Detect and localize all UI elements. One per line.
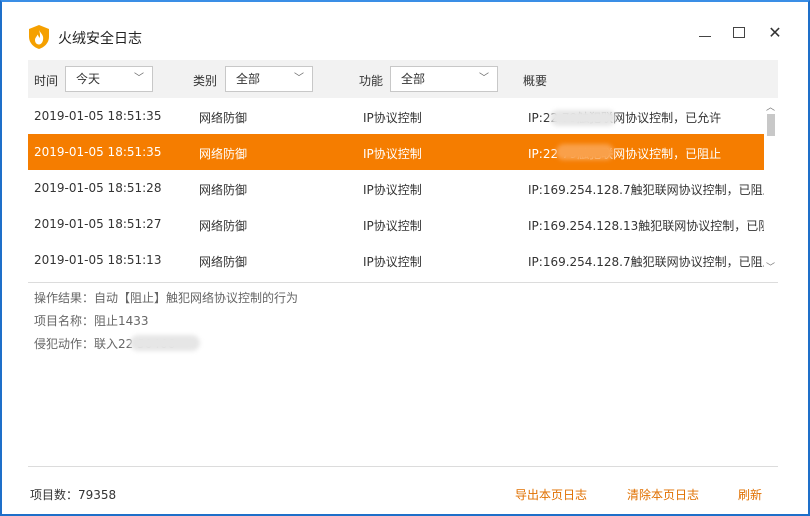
table-row[interactable]: 2019-01-05 18:51:13 网络防御 IP协议控制 IP:169.2…	[28, 242, 766, 278]
detail-panel: 操作结果：自动【阻止】触犯网络协议控制的行为 项目名称：阻止1433 侵犯动作：…	[34, 289, 754, 358]
divider	[28, 466, 778, 467]
close-icon: ✕	[768, 23, 782, 42]
detail-project: 项目名称：阻止1433	[34, 314, 149, 328]
table-row-selected[interactable]: 2019-01-05 18:51:35 网络防御 IP协议控制 IP:22 79…	[28, 134, 766, 170]
refresh-link[interactable]: 刷新	[738, 486, 762, 503]
minimize-button[interactable]	[692, 20, 718, 46]
maximize-icon	[733, 27, 745, 38]
maximize-button[interactable]	[726, 20, 752, 46]
row-summary: IP:169.254.128.7触犯联网协议控制，已阻止	[528, 183, 766, 197]
clear-log-link[interactable]: 清除本页日志	[627, 486, 699, 503]
close-button[interactable]: ✕	[762, 20, 788, 46]
log-table: 2019-01-05 18:51:35 网络防御 IP协议控制 IP:22 79…	[28, 98, 766, 278]
table-row[interactable]: 2019-01-05 18:51:27 网络防御 IP协议控制 IP:169.2…	[28, 206, 766, 242]
divider	[28, 282, 778, 283]
category-filter-label: 类别	[193, 74, 218, 88]
scroll-thumb[interactable]	[767, 114, 775, 136]
redaction-mask	[556, 144, 614, 160]
time-select-value: 今天	[76, 72, 101, 86]
row-time: 2019-01-05 18:51:35	[34, 145, 162, 159]
table-scrollbar[interactable]: ︿ ﹀	[764, 98, 778, 280]
filter-header: 时间 今天 ﹀ 类别 全部 ﹀ 功能 全部 ﹀ 概要	[28, 60, 778, 98]
huorong-shield-icon	[29, 25, 49, 49]
table-row[interactable]: 2019-01-05 18:51:35 网络防御 IP协议控制 IP:22 79…	[28, 98, 766, 134]
title-bar[interactable]: 火绒安全日志 ✕	[2, 2, 808, 60]
export-log-link[interactable]: 导出本页日志	[515, 486, 587, 503]
row-function: IP协议控制	[363, 219, 422, 233]
detail-result: 操作结果：自动【阻止】触犯网络协议控制的行为	[34, 291, 299, 305]
row-time: 2019-01-05 18:51:35	[34, 109, 162, 123]
row-time: 2019-01-05 18:51:27	[34, 217, 162, 231]
chevron-down-icon[interactable]: ﹀	[766, 260, 775, 273]
redaction-mask	[550, 110, 616, 126]
function-filter-label: 功能	[359, 74, 384, 88]
row-category: 网络防御	[199, 255, 248, 269]
chevron-down-icon: ﹀	[479, 73, 489, 84]
summary-column-label: 概要	[523, 74, 548, 88]
row-function: IP协议控制	[363, 255, 422, 269]
chevron-down-icon: ﹀	[294, 73, 304, 84]
row-function: IP协议控制	[363, 111, 422, 125]
minimize-icon	[699, 36, 711, 37]
redaction-mask	[130, 335, 200, 351]
window-title: 火绒安全日志	[58, 31, 142, 47]
row-function: IP协议控制	[363, 183, 422, 197]
chevron-down-icon: ﹀	[134, 73, 144, 84]
table-row[interactable]: 2019-01-05 18:51:28 网络防御 IP协议控制 IP:169.2…	[28, 170, 766, 206]
time-filter-label: 时间	[34, 74, 59, 88]
function-select-value: 全部	[401, 72, 426, 86]
row-category: 网络防御	[199, 183, 248, 197]
detail-action: 侵犯动作：联入22 50466	[34, 335, 754, 358]
row-function: IP协议控制	[363, 147, 422, 161]
time-select[interactable]: 今天 ﹀	[65, 66, 153, 92]
row-time: 2019-01-05 18:51:13	[34, 253, 162, 267]
row-summary: IP:169.254.128.7触犯联网协议控制，已阻止	[528, 255, 766, 269]
row-category: 网络防御	[199, 111, 248, 125]
log-window: 火绒安全日志 ✕ 时间 今天 ﹀ 类别 全部 ﹀ 功能 全部 ﹀ 概要 2019…	[0, 0, 810, 516]
function-select[interactable]: 全部 ﹀	[390, 66, 498, 92]
row-time: 2019-01-05 18:51:28	[34, 181, 162, 195]
row-category: 网络防御	[199, 147, 248, 161]
row-summary: IP:169.254.128.13触犯联网协议控制，已阻止	[528, 219, 766, 233]
row-category: 网络防御	[199, 219, 248, 233]
category-select-value: 全部	[236, 72, 261, 86]
chevron-up-icon[interactable]: ︿	[766, 100, 775, 113]
category-select[interactable]: 全部 ﹀	[225, 66, 313, 92]
item-count: 项目数：79358	[30, 488, 117, 502]
